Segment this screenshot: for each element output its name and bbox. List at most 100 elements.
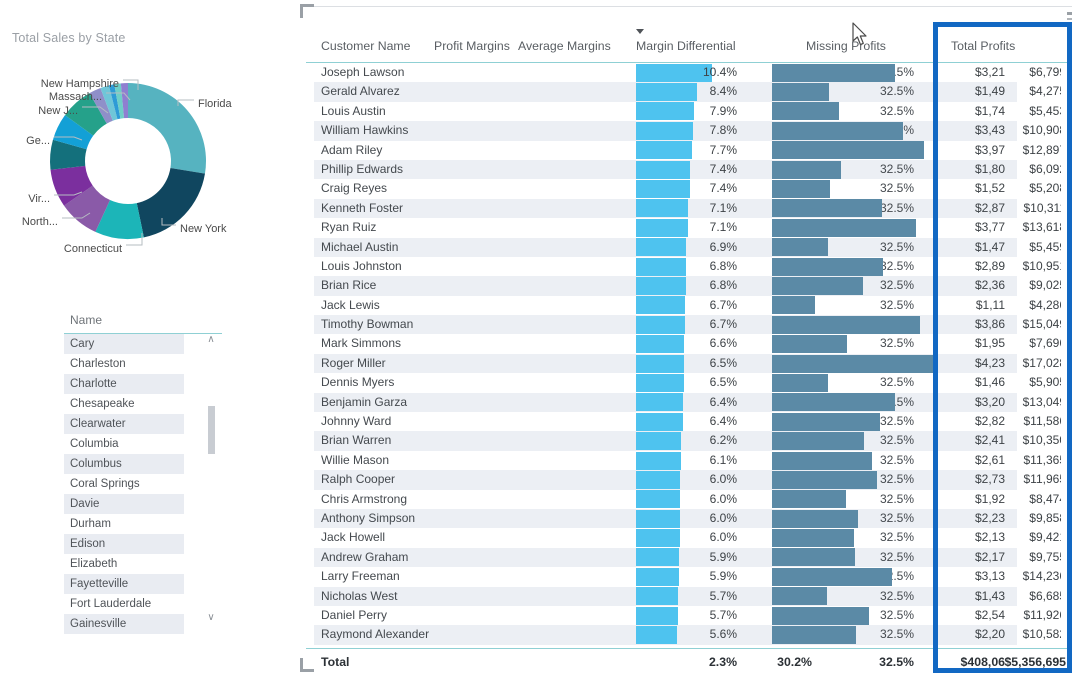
margin-differential-bar (636, 490, 680, 509)
table-row[interactable]: Mark Simmons25.9%32.5%6.6%$1,95$7,696 (306, 334, 1072, 354)
margin-differential-value: 5.9% (709, 569, 737, 584)
slicer-item[interactable]: Cary (64, 334, 184, 354)
table-row[interactable]: Benjamin Garza26.1%32.5%6.4%$3,20$13,049 (306, 392, 1072, 413)
column-header-average-margins[interactable]: Average Margins (518, 39, 611, 53)
table-row[interactable]: Louis Austin24.7%32.5%7.9%$1,74$5,453 (306, 102, 1072, 121)
matrix-table-visual[interactable]: Customer Name Profit Margins Average Mar… (306, 6, 1072, 673)
scroll-down-icon[interactable]: ∨ (207, 612, 214, 624)
donut-slice[interactable] (128, 83, 206, 174)
sort-descending-icon (636, 29, 644, 34)
margin-differential-bar (636, 276, 686, 295)
table-row[interactable]: Andrew Graham26.6%32.5%5.9%$2,17$9,755 (306, 547, 1072, 568)
cell-customer-name: Willie Mason (321, 452, 390, 467)
slicer-item[interactable]: Columbia (64, 434, 184, 454)
table-row[interactable]: Raymond Alexander26.9%32.5%5.6%$2,20$10,… (306, 625, 1072, 645)
table-row[interactable]: Adam Riley24.9%32.5%7.7%$3,97$12,897 (306, 141, 1072, 160)
scroll-up-icon[interactable]: ∧ (207, 334, 214, 346)
margin-differential-value: 6.2% (709, 433, 737, 448)
column-header-missing-profits[interactable]: Missing Profits (806, 39, 886, 53)
slicer-item[interactable]: Chesapeake (64, 394, 184, 414)
slicer-item[interactable]: Charleston (64, 354, 184, 374)
missing-profits-bar (772, 180, 831, 199)
cell-total-profits: $5,459 (1029, 239, 1066, 254)
table-row[interactable]: Anthony Simpson26.5%32.5%6.0%$2,23$9,858 (306, 508, 1072, 529)
margin-differential-value: 6.0% (709, 491, 737, 506)
table-row[interactable]: Jack Howell26.5%32.5%6.0%$2,13$9,421 (306, 528, 1072, 548)
slicer-item[interactable]: Fort Lauderdale (64, 594, 184, 614)
table-row[interactable]: Louis Johnston25.7%32.5%6.8%$2,89$10,951 (306, 257, 1072, 276)
cell-customer-name: Gerald Alvarez (321, 84, 400, 99)
visual-corner-marker-bottom-left (300, 658, 314, 672)
table-row[interactable]: Ralph Cooper26.5%32.5%6.0%$2,73$11,965 (306, 470, 1072, 490)
name-slicer[interactable]: Name Cary Charleston Charlotte Chesapeake Cl… (64, 308, 222, 634)
margin-differential-value: 10.4% (702, 65, 737, 79)
table-row[interactable]: Johnny Ward26.1%32.5%6.4%$2,82$11,586 (306, 412, 1072, 431)
slicer-item[interactable]: Edison (64, 534, 184, 554)
column-header-margin-differential[interactable]: Margin Differential (636, 39, 736, 53)
table-scrollbar[interactable] (1061, 63, 1068, 646)
cell-margin-differential: 6.2% (636, 431, 741, 451)
slicer-item[interactable]: Clearwater (64, 414, 184, 434)
slicer-item[interactable]: Durham (64, 514, 184, 534)
cell-customer-name: Daniel Perry (321, 607, 388, 622)
table-row[interactable]: Daniel Perry26.8%32.5%5.7%$2,54$11,926 (306, 606, 1072, 625)
slicer-scroll-thumb[interactable] (208, 406, 215, 454)
slicer-item-list[interactable]: Cary Charleston Charlotte Chesapeake Clearwa… (64, 334, 184, 634)
table-row[interactable]: Timothy Bowman25.9%32.5%6.7%$3,86$15,049 (306, 315, 1072, 335)
table-row[interactable]: Dennis Myers26.0%32.5%6.5%$1,46$5,905 (306, 373, 1072, 392)
margin-differential-value: 6.7% (709, 297, 737, 312)
cell-customer-name: Andrew Graham (321, 549, 409, 564)
slicer-item[interactable]: Columbus (64, 454, 184, 474)
table-body[interactable]: Joseph Lawson22.1%32.5%10.4%$3,21$6,799G… (306, 63, 1072, 646)
column-header-customer-name[interactable]: Customer Name (321, 39, 411, 53)
table-row[interactable]: Gerald Alvarez24.1%32.5%8.4%$1,49$4,275 (306, 82, 1072, 102)
column-header-profit-margins[interactable]: Profit Margins (434, 39, 510, 53)
cell-customer-name: Johnny Ward (321, 414, 392, 429)
table-row[interactable]: Jack Lewis25.8%32.5%6.7%$1,11$4,286 (306, 296, 1072, 315)
cell-total-profits: $11,586 (1023, 414, 1067, 429)
donut-slice-label: Florida (198, 98, 233, 110)
table-row[interactable]: Brian Warren26.4%32.5%6.2%$2,41$10,350 (306, 431, 1072, 451)
table-row[interactable]: Kenneth Foster25.4%32.5%7.1%$2,87$10,311 (306, 198, 1072, 219)
slicer-item[interactable]: Coral Springs (64, 474, 184, 494)
table-row[interactable]: Willie Mason26.4%32.5%6.1%$2,61$11,365 (306, 451, 1072, 470)
slicer-item[interactable]: Davie (64, 494, 184, 514)
drag-handle[interactable] (1063, 12, 1072, 34)
cell-total-profits: $6,092 (1029, 161, 1066, 176)
cell-total-profits: $6,799 (1029, 65, 1066, 79)
cell-customer-name: Joseph Lawson (321, 65, 405, 79)
cell-customer-name: Raymond Alexander (321, 627, 430, 642)
table-row[interactable]: Michael Austin25.6%32.5%6.9%$1,47$5,459 (306, 237, 1072, 257)
table-row[interactable]: Brian Rice25.8%32.5%6.8%$2,36$9,025 (306, 276, 1072, 296)
margin-differential-bar (636, 102, 694, 121)
table-row[interactable]: William Hawkins24.7%32.5%7.8%$3,43$10,90… (306, 121, 1072, 141)
donut-slice-label: Massach... (49, 91, 102, 103)
missing-profits-bar (772, 83, 830, 102)
slicer-item[interactable]: Elizabeth (64, 554, 184, 574)
table-row[interactable]: Ryan Ruiz25.5%32.5%7.1%$3,77$13,618 (306, 218, 1072, 237)
donut-slice-label: Vir... (28, 193, 50, 205)
table-row[interactable]: Chris Armstrong26.5%32.5%6.0%$1,92$8,474 (306, 490, 1072, 509)
slicer-scroll-track[interactable] (208, 348, 215, 612)
slicer-item[interactable]: Fayetteville (64, 574, 184, 594)
cell-margin-differential: 8.4% (636, 82, 741, 102)
cell-customer-name: Benjamin Garza (321, 394, 408, 409)
missing-profits-bar (772, 509, 858, 528)
donut-chart[interactable]: New Hampshire Massach... New J... Ge... Vir.… (0, 58, 300, 273)
column-header-total-profits[interactable]: Total Profits (951, 39, 1015, 53)
table-row[interactable]: Craig Reyes25.2%32.5%7.4%$1,52$5,208 (306, 179, 1072, 199)
table-row[interactable]: Roger Miller26.0%32.5%6.5%$4,23$17,028 (306, 353, 1072, 374)
table-row[interactable]: Nicholas West26.8%32.5%5.7%$1,43$6,685 (306, 586, 1072, 606)
margin-differential-bar (636, 548, 680, 567)
slicer-item[interactable]: Gainesville (64, 614, 184, 634)
cell-total-profits: $13,049 (1022, 394, 1066, 409)
slicer-item[interactable]: Charlotte (64, 374, 184, 394)
slicer-header-label: Name (64, 308, 222, 334)
table-row[interactable]: Larry Freeman26.7%32.5%5.9%$3,13$14,236 (306, 567, 1072, 586)
table-row[interactable]: Joseph Lawson22.1%32.5%10.4%$3,21$6,799 (306, 63, 1072, 82)
margin-differential-bar (636, 121, 693, 140)
slicer-scrollbar[interactable]: ∧ ∨ (204, 334, 218, 626)
table-row[interactable]: Phillip Edwards25.1%32.5%7.4%$1,80$6,092 (306, 159, 1072, 180)
cell-total-profits: $6,685 (1029, 588, 1066, 603)
cell-margin-differential: 5.6% (636, 625, 741, 645)
